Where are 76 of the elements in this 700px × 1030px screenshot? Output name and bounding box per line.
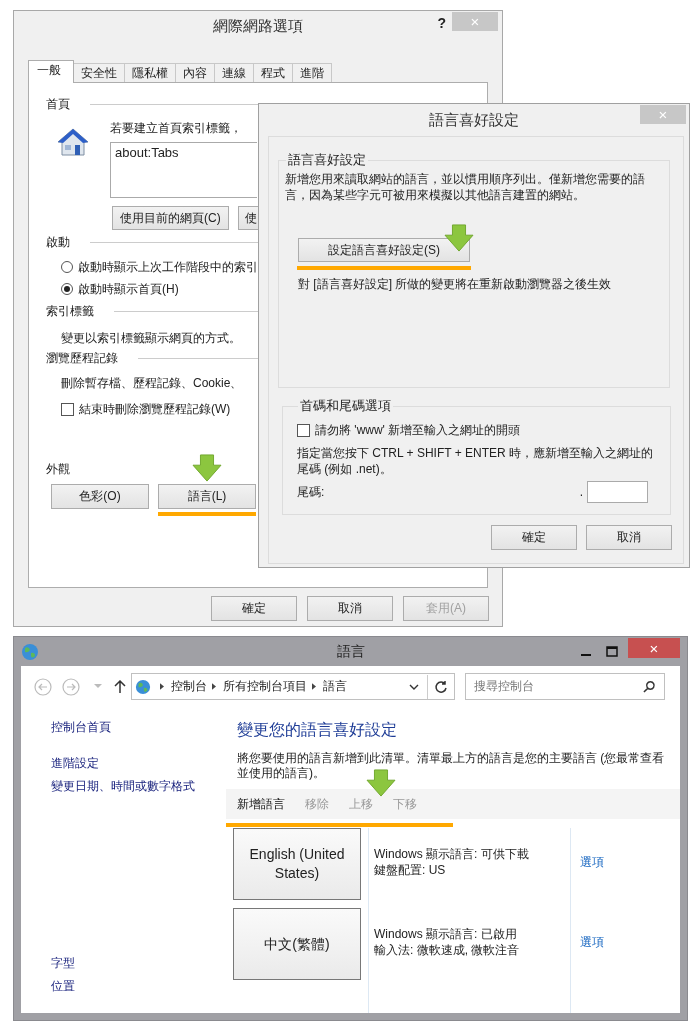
dialog-button[interactable]: 取消 bbox=[307, 596, 393, 621]
home-page-field[interactable]: about:Tabs bbox=[110, 142, 257, 198]
tab[interactable]: 一般 bbox=[28, 60, 74, 83]
appearance-button[interactable]: 色彩(O) bbox=[51, 484, 149, 509]
section-heading: 瀏覽歷程記錄 bbox=[46, 349, 118, 367]
dialog-button[interactable]: 確定 bbox=[211, 596, 297, 621]
suffix-description: 指定當您按下 CTRL + SHIFT + ENTER 時，應新增至輸入之網址的尾碼 (例如 .net)。 bbox=[297, 445, 655, 477]
chevron-icon bbox=[212, 683, 216, 690]
tab[interactable]: 內容 bbox=[175, 63, 215, 82]
restart-note: 對 [語言喜好設定] 所做的變更將在重新啟動瀏覽器之後生效 bbox=[298, 276, 613, 293]
tabs-description: 變更以索引標籤顯示網頁的方式。 bbox=[60, 330, 242, 347]
sidebar-link[interactable]: 變更日期、時間或數字格式 bbox=[51, 777, 226, 795]
window-title: 語言 bbox=[335, 642, 366, 661]
section-heading: 外觀 bbox=[46, 460, 70, 478]
section-heading: 首頁 bbox=[46, 95, 70, 113]
section-heading: 啟動 bbox=[46, 233, 70, 251]
sidebar-link[interactable]: 進階設定 bbox=[51, 754, 226, 772]
section-heading: 索引標籤 bbox=[46, 302, 94, 320]
options-link[interactable]: 選項 bbox=[580, 855, 604, 869]
globe-icon bbox=[135, 678, 151, 695]
sidebar-link[interactable]: 控制台首頁 bbox=[51, 718, 226, 736]
chevron-icon bbox=[160, 683, 164, 690]
search-field[interactable]: 搜尋控制台 bbox=[465, 673, 665, 700]
language-detail: 鍵盤配置: US bbox=[374, 862, 447, 878]
globe-icon bbox=[21, 642, 39, 661]
suffix-label: 尾碼: bbox=[297, 483, 325, 501]
down-arrow-icon bbox=[191, 454, 223, 482]
dialog-button[interactable]: 確定 bbox=[491, 525, 577, 550]
house-icon bbox=[57, 127, 89, 157]
tab[interactable]: 隱私權 bbox=[124, 63, 176, 82]
address-bar[interactable]: 控制台 所有控制台項目 語言 bbox=[131, 673, 455, 700]
close-button[interactable]: × bbox=[628, 638, 680, 658]
language-detail: Windows 顯示語言: 可供下載 bbox=[374, 846, 530, 862]
radio-label: 啟動時顯示上次工作階段中的索引 bbox=[78, 258, 258, 276]
group-title: 語言喜好設定 bbox=[287, 151, 367, 169]
use-default-button[interactable]: 使 bbox=[237, 206, 261, 230]
checkbox-label: 結束時刪除瀏覽歷程記錄(W) bbox=[79, 400, 231, 418]
up-arrow-icon[interactable] bbox=[114, 679, 126, 694]
checkbox[interactable] bbox=[297, 423, 310, 437]
radio-label: 啟動時顯示首頁(H) bbox=[78, 280, 179, 298]
appearance-button[interactable]: 語言(L) bbox=[158, 484, 256, 509]
sidebar-link[interactable]: 字型 bbox=[51, 954, 226, 972]
group-title: 首碼和尾碼選項 bbox=[299, 397, 392, 415]
chevron-icon bbox=[312, 683, 316, 690]
language-detail: Windows 顯示語言: 已啟用 bbox=[374, 926, 518, 942]
toolbar-button[interactable]: 新增語言 bbox=[237, 795, 285, 813]
breadcrumb-item[interactable]: 所有控制台項目 bbox=[223, 678, 307, 695]
sidebar-link[interactable]: 位置 bbox=[51, 977, 226, 995]
language-settings-button[interactable]: 設定語言喜好設定(S) bbox=[298, 238, 470, 262]
breadcrumb-item[interactable]: 控制台 bbox=[171, 678, 207, 695]
checkbox[interactable] bbox=[61, 402, 74, 416]
dialog-button[interactable]: 取消 bbox=[586, 525, 672, 550]
page-description: 將您要使用的語言新增到此清單。清單最上方的語言是您的主要語言 (您最常查看並使用的語言)。 bbox=[236, 750, 666, 781]
home-page-prompt: 若要建立首頁索引標籤， bbox=[110, 120, 243, 137]
language-tile[interactable]: 中文(繁體) bbox=[233, 908, 361, 980]
tab[interactable]: 安全性 bbox=[73, 63, 125, 82]
tab[interactable]: 連線 bbox=[214, 63, 254, 82]
use-current-button[interactable]: 使用目前的網頁(C) bbox=[112, 206, 229, 230]
window-title: 語言喜好設定 bbox=[429, 110, 519, 130]
help-button[interactable]: ? bbox=[437, 15, 446, 31]
dot-separator: . bbox=[579, 485, 583, 499]
tab[interactable]: 程式 bbox=[253, 63, 293, 82]
search-icon[interactable] bbox=[643, 680, 656, 693]
history-description: 刪除暫存檔、歷程記錄、Cookie、 bbox=[60, 375, 244, 392]
suffix-field[interactable] bbox=[587, 481, 648, 503]
tab[interactable]: 進階 bbox=[292, 63, 332, 82]
options-link[interactable]: 選項 bbox=[580, 935, 604, 949]
checkbox-label: 請勿將 'www' 新增至輸入之網址的開頭 bbox=[315, 421, 521, 439]
breadcrumb-item[interactable]: 語言 bbox=[323, 678, 347, 695]
maximize-icon[interactable] bbox=[606, 645, 618, 658]
window-title: 網際網路選項 bbox=[213, 16, 303, 36]
dropdown-caret-icon[interactable] bbox=[409, 683, 419, 690]
language-detail: 輸入法: 微軟速成, 微軟注音 bbox=[374, 942, 521, 958]
page-heading: 變更您的語言喜好設定 bbox=[236, 720, 398, 740]
group-description: 新增您用來讀取網站的語言，並以慣用順序列出。僅新增您需要的語言，因為某些字元可被用來模擬以其他語言建置的網站。 bbox=[285, 171, 646, 203]
language-tile[interactable]: English (United States) bbox=[233, 828, 361, 900]
